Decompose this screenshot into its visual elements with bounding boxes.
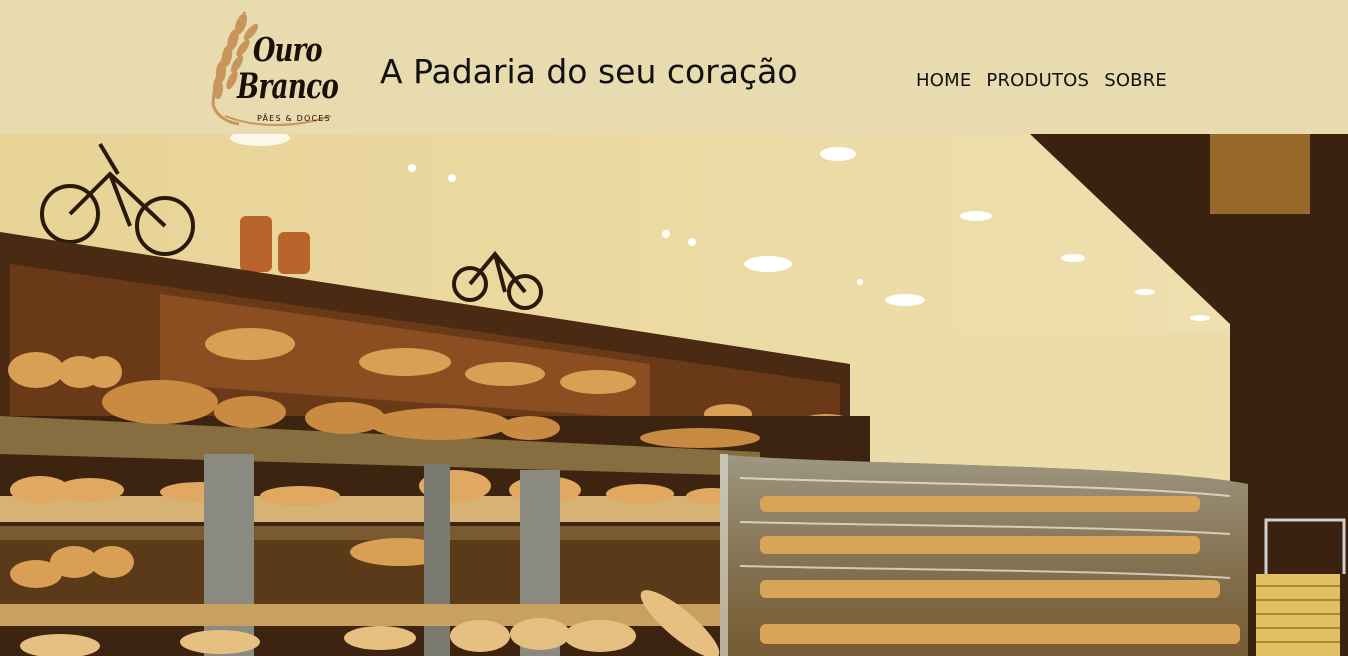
logo-tagline: PÃES & DOCES xyxy=(257,114,331,123)
logo-word-branco: Branco xyxy=(237,66,339,107)
nav-produtos-link[interactable]: PRODUTOS xyxy=(986,70,1089,91)
page-headline: A Padaria do seu coração xyxy=(380,52,798,91)
bakery-display-photo xyxy=(0,134,1348,656)
nav-home-link[interactable]: HOME xyxy=(916,70,971,91)
brand-logo[interactable]: Ouro Branco PÃES & DOCES xyxy=(205,4,339,128)
hero-banner xyxy=(0,134,1348,656)
site-header: Ouro Branco PÃES & DOCES A Padaria do se… xyxy=(0,0,1348,134)
main-nav: HOME PRODUTOS SOBRE xyxy=(916,70,1167,91)
logo-word-ouro: Ouro xyxy=(253,30,323,69)
nav-sobre-link[interactable]: SOBRE xyxy=(1104,70,1167,91)
